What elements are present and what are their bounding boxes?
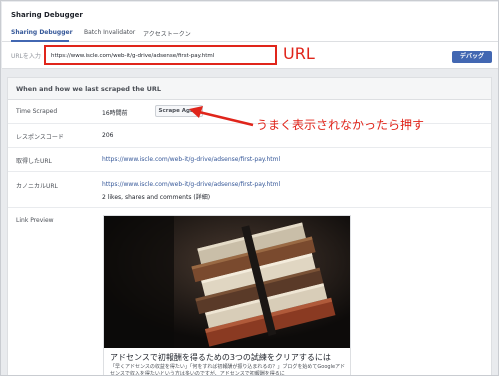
tab-bar: Sharing Debugger Batch Invalidator アクセスト… (2, 26, 498, 42)
engagement-count[interactable]: 2 likes, shares and comments (詳細) (102, 192, 210, 201)
arrow-icon (189, 106, 254, 127)
url-callout: URL (283, 44, 315, 63)
tab-access-token[interactable]: アクセストークン (143, 29, 191, 38)
link-preview-card[interactable]: アドセンスで初報酬を得るための3つの試練をクリアするには 「早くアドセンスの収益… (103, 215, 351, 376)
tab-batch-invalidator[interactable]: Batch Invalidator (84, 29, 135, 36)
response-code-value: 206 (102, 132, 114, 139)
url-label: URLを入力 (11, 53, 41, 60)
response-code-label: レスポンスコード (16, 134, 64, 141)
app-title: Sharing Debugger (11, 11, 83, 19)
preview-title: アドセンスで初報酬を得るための3つの試練をクリアするには (110, 353, 331, 362)
url-input[interactable] (51, 51, 271, 61)
window: Sharing Debugger Sharing Debugger Batch … (0, 0, 499, 376)
top-bar: Sharing Debugger Sharing Debugger Batch … (2, 2, 498, 69)
panel-header: When and how we last scraped the URL (8, 78, 491, 100)
active-tab-indicator (11, 40, 69, 42)
preview-image (104, 216, 350, 348)
url-highlight-box (44, 45, 277, 65)
panel-title: When and how we last scraped the URL (16, 85, 162, 93)
tab-sharing-debugger[interactable]: Sharing Debugger (11, 29, 73, 36)
row-fetched-url: 取得したURL https://www.iscle.com/web-it/g-d… (8, 148, 491, 172)
canonical-url-link[interactable]: https://www.iscle.com/web-it/g-drive/ads… (102, 181, 280, 188)
debug-button[interactable]: デバッグ (452, 51, 492, 63)
row-canonical-url: カノニカルURL https://www.iscle.com/web-it/g-… (8, 172, 491, 208)
fetched-url-label: 取得したURL (16, 158, 52, 165)
annotation-callout: うまく表示されなかったら押す (256, 118, 425, 132)
fetched-url-link[interactable]: https://www.iscle.com/web-it/g-drive/ads… (102, 156, 280, 163)
time-scraped-value: 16時間前 (102, 110, 128, 117)
time-scraped-label: Time Scraped (16, 108, 58, 115)
canonical-url-label: カノニカルURL (16, 183, 58, 190)
link-preview-label: Link Preview (16, 217, 54, 224)
preview-description: 「早くアドセンスの収益を得たい」「何をすれば初報酬が振り込まれるの？」ブログを始… (110, 364, 346, 376)
